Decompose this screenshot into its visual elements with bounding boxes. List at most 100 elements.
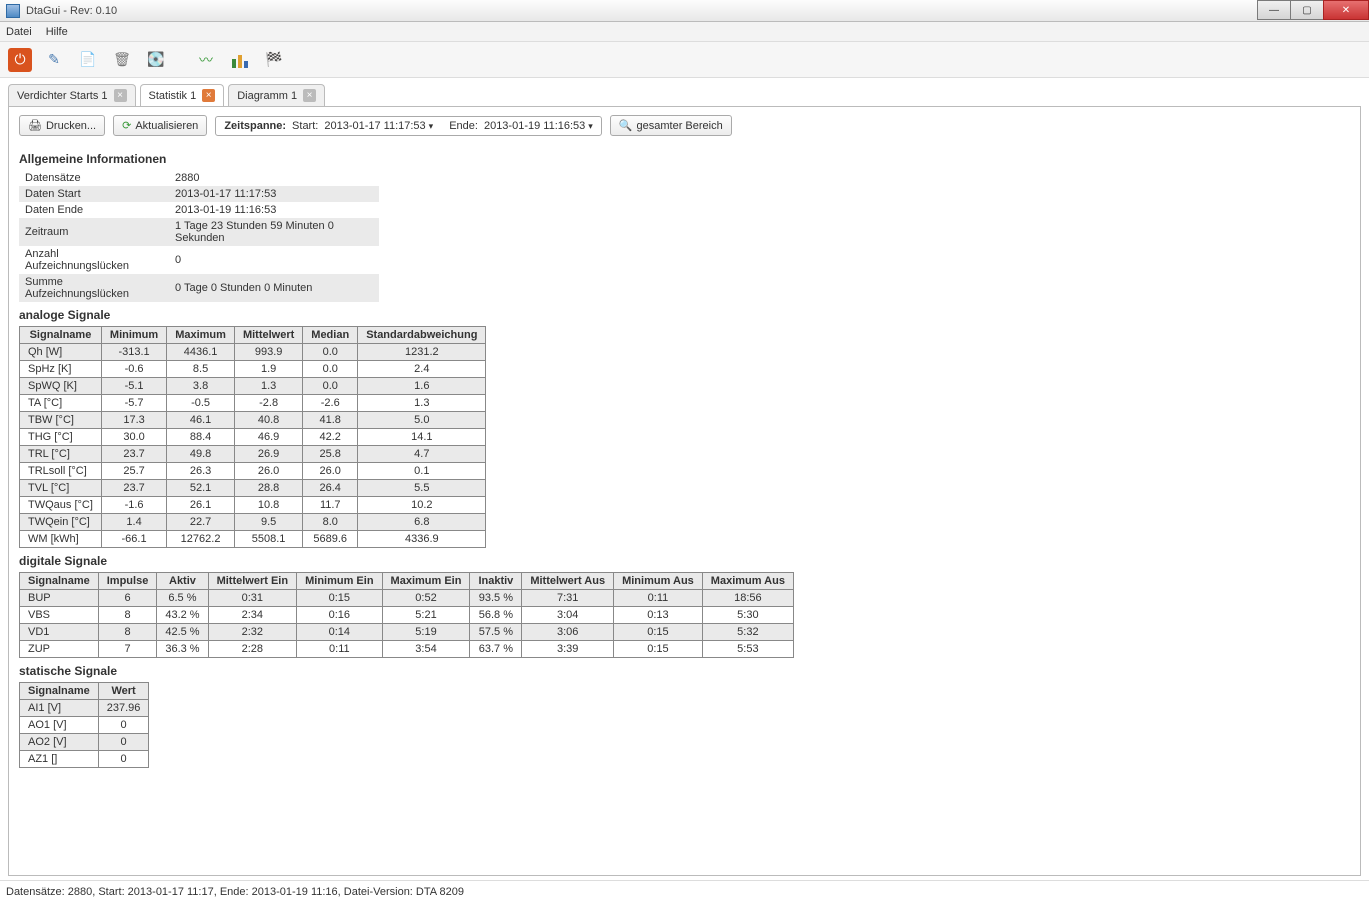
value-cell: 41.8 xyxy=(303,412,358,429)
table-row: TVL [°C]23.752.128.826.45.5 xyxy=(20,480,486,497)
tab-verdichter-starts[interactable]: Verdichter Starts 1 × xyxy=(8,84,136,106)
table-row: VBS843.2 %2:340:165:2156.8 %3:040:135:30 xyxy=(20,607,794,624)
value-cell: 10.2 xyxy=(358,497,486,514)
export-icon[interactable]: 📄 xyxy=(76,48,100,72)
value-cell: 0:11 xyxy=(614,590,703,607)
static-table: SignalnameWertAI1 [V]237.96AO1 [V]0AO2 [… xyxy=(19,682,149,768)
info-value: 1 Tage 23 Stunden 59 Minuten 0 Sekunden xyxy=(169,218,379,246)
info-value: 2013-01-19 11:16:53 xyxy=(169,202,379,218)
column-header: Maximum xyxy=(167,327,235,344)
value-cell: -0.6 xyxy=(101,361,166,378)
column-header: Mittelwert Ein xyxy=(208,573,297,590)
refresh-icon: ⟳ xyxy=(122,119,131,132)
value-cell: 5:21 xyxy=(382,607,470,624)
status-bar: Datensätze: 2880, Start: 2013-01-17 11:1… xyxy=(0,880,1369,902)
disk-icon[interactable]: 💽 xyxy=(144,48,168,72)
column-header: Signalname xyxy=(20,683,99,700)
value-cell: 1.4 xyxy=(101,514,166,531)
analog-table: SignalnameMinimumMaximumMittelwertMedian… xyxy=(19,326,486,548)
value-cell: 0:13 xyxy=(614,607,703,624)
flag-icon[interactable]: 🏁 xyxy=(262,48,286,72)
close-icon[interactable]: × xyxy=(114,89,127,102)
full-range-label: gesamter Bereich xyxy=(637,120,723,132)
value-cell: 88.4 xyxy=(167,429,235,446)
edit-icon[interactable]: ✎ xyxy=(42,48,66,72)
column-header: Signalname xyxy=(20,327,102,344)
scroll-area[interactable]: Allgemeine Informationen Datensätze2880D… xyxy=(9,144,1360,875)
signal-name-cell: AI1 [V] xyxy=(20,700,99,717)
value-cell: 23.7 xyxy=(101,480,166,497)
info-label: Daten Start xyxy=(19,186,169,202)
close-button[interactable]: ✕ xyxy=(1323,0,1369,20)
column-header: Minimum Aus xyxy=(614,573,703,590)
menu-help[interactable]: Hilfe xyxy=(46,26,68,38)
end-label: Ende: xyxy=(449,120,478,132)
value-cell: 3:54 xyxy=(382,641,470,658)
value-cell: 3.8 xyxy=(167,378,235,395)
value-cell: 1.6 xyxy=(358,378,486,395)
table-row: SpWQ [K]-5.13.81.30.01.6 xyxy=(20,378,486,395)
full-range-button[interactable]: 🔍 gesamter Bereich xyxy=(610,115,732,136)
signal-name-cell: Qh [W] xyxy=(20,344,102,361)
menu-file[interactable]: Datei xyxy=(6,26,32,38)
table-row: TA [°C]-5.7-0.5-2.8-2.61.3 xyxy=(20,395,486,412)
value-cell: 22.7 xyxy=(167,514,235,531)
app-icon xyxy=(6,4,20,18)
column-header: Mittelwert xyxy=(234,327,302,344)
info-value: 2880 xyxy=(169,170,379,186)
value-cell: 3:06 xyxy=(522,624,614,641)
start-label: Start: xyxy=(292,120,318,132)
value-cell: 30.0 xyxy=(101,429,166,446)
signal-name-cell: TRL [°C] xyxy=(20,446,102,463)
value-cell: 23.7 xyxy=(101,446,166,463)
start-datetime-dropdown[interactable]: 2013-01-17 11:17:53 xyxy=(324,120,433,132)
value-cell: 5:30 xyxy=(702,607,793,624)
info-row: Datensätze2880 xyxy=(19,170,379,186)
signal-name-cell: SpHz [K] xyxy=(20,361,102,378)
minimize-button[interactable]: — xyxy=(1257,0,1291,20)
content-frame: 🖨 Drucken... ⟳ Aktualisieren Zeitspanne:… xyxy=(8,106,1361,876)
value-cell: 5:32 xyxy=(702,624,793,641)
signal-name-cell: AO1 [V] xyxy=(20,717,99,734)
value-cell: 40.8 xyxy=(234,412,302,429)
maximize-button[interactable]: ▢ xyxy=(1290,0,1324,20)
printer-icon: 🖨 xyxy=(28,119,42,132)
close-icon[interactable]: × xyxy=(202,89,215,102)
barchart-icon[interactable] xyxy=(228,48,252,72)
print-label: Drucken... xyxy=(46,120,96,132)
refresh-button[interactable]: ⟳ Aktualisieren xyxy=(113,115,207,136)
end-datetime-dropdown[interactable]: 2013-01-19 11:16:53 xyxy=(484,120,593,132)
value-cell: 26.3 xyxy=(167,463,235,480)
value-cell: 0:31 xyxy=(208,590,297,607)
value-cell: 18:56 xyxy=(702,590,793,607)
tab-statistik[interactable]: Statistik 1 × xyxy=(140,84,225,106)
value-cell: 2:28 xyxy=(208,641,297,658)
value-cell: 56.8 % xyxy=(470,607,522,624)
power-icon[interactable]: ⏻ xyxy=(8,48,32,72)
value-cell: 42.5 % xyxy=(157,624,208,641)
tab-diagramm[interactable]: Diagramm 1 × xyxy=(228,84,325,106)
value-cell: 8 xyxy=(98,607,157,624)
digital-table: SignalnameImpulseAktivMittelwert EinMini… xyxy=(19,572,794,658)
value-cell: -5.7 xyxy=(101,395,166,412)
value-cell: 1.9 xyxy=(234,361,302,378)
value-cell: 993.9 xyxy=(234,344,302,361)
table-row: TRLsoll [°C]25.726.326.026.00.1 xyxy=(20,463,486,480)
print-button[interactable]: 🖨 Drucken... xyxy=(19,115,105,136)
wave-icon[interactable]: 〰 xyxy=(194,48,218,72)
value-cell: 5.0 xyxy=(358,412,486,429)
magnifier-icon: 🔍 xyxy=(619,119,633,132)
value-cell: 11.7 xyxy=(303,497,358,514)
value-cell: 14.1 xyxy=(358,429,486,446)
value-cell: 2:32 xyxy=(208,624,297,641)
column-header: Maximum Ein xyxy=(382,573,470,590)
sub-toolbar: 🖨 Drucken... ⟳ Aktualisieren Zeitspanne:… xyxy=(9,107,1360,144)
signal-name-cell: AO2 [V] xyxy=(20,734,99,751)
value-cell: 6 xyxy=(98,590,157,607)
close-icon[interactable]: × xyxy=(303,89,316,102)
signal-name-cell: SpWQ [K] xyxy=(20,378,102,395)
value-cell: 0 xyxy=(98,751,149,768)
value-cell: 26.9 xyxy=(234,446,302,463)
info-label: Summe Aufzeichnungslücken xyxy=(19,274,169,302)
trash-icon[interactable]: 🗑 xyxy=(110,48,134,72)
